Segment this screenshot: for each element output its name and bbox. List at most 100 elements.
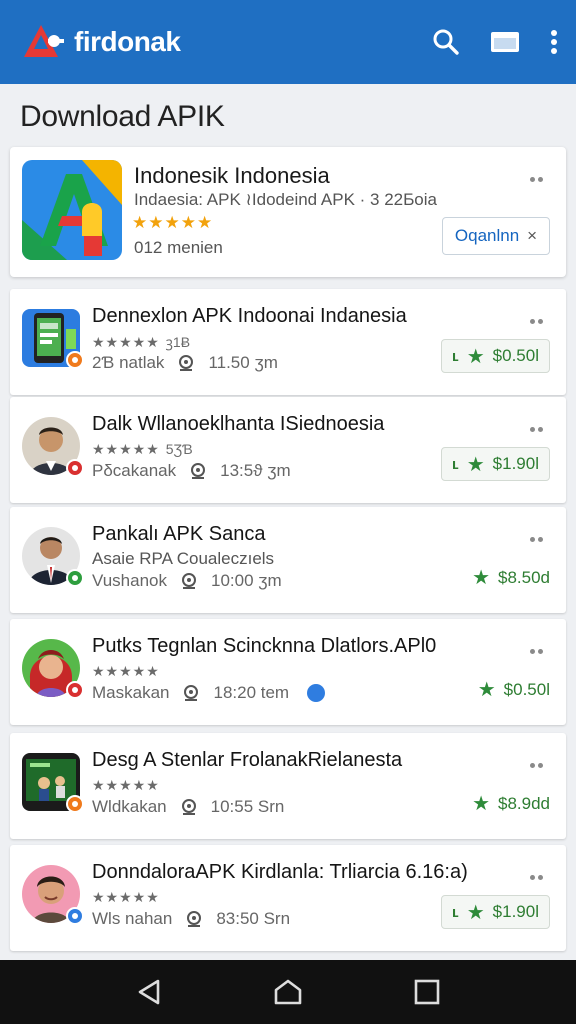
list-item[interactable]: Dalk Wllanoeklhanta ISiednoesia ★★★★★ 5ƷƁ …: [10, 397, 566, 503]
rating-stars: ★★★★★: [92, 441, 160, 457]
download-icon: [188, 463, 208, 479]
item-time: 18:20 tem: [213, 683, 290, 702]
rating-sub: 5ƷƁ: [165, 441, 193, 457]
item-author: Wldkakan: [92, 797, 167, 816]
featured-app-name: Indonesik Indonesia: [134, 163, 330, 188]
list-item[interactable]: Pankalı APK Sanca Asaie RPA Coualeczıels …: [10, 507, 566, 613]
item-more-button[interactable]: [530, 641, 548, 654]
star-icon: ★: [477, 679, 496, 701]
app-avatar: [22, 639, 84, 699]
download-icon: [176, 355, 196, 371]
overflow-menu-button[interactable]: [550, 29, 558, 55]
window-icon: [491, 32, 519, 52]
recents-icon: [415, 979, 440, 1005]
status-badge-icon: [66, 795, 84, 813]
rating-sub: ꝫ1Ƀ: [165, 334, 191, 350]
star-icon: ★: [466, 345, 485, 368]
rating-stars: ★★★★★: [92, 663, 160, 679]
list-item[interactable]: Desg A Stenlar FrolanakRielanesta ★★★★★ W…: [10, 733, 566, 839]
featured-open-button[interactable]: Oqanlnn ×: [442, 217, 550, 255]
logo-icon: [18, 19, 64, 65]
featured-app-icon: [22, 160, 122, 260]
list-item[interactable]: DonndaloraAPK Kirdlanla: Trliarcia 6.16:…: [10, 845, 566, 951]
info-icon[interactable]: [307, 684, 326, 702]
item-meta: Pδcakanak 13:5ϑ ʒm: [92, 461, 291, 481]
back-icon: [138, 979, 159, 1005]
item-author: Vushanok: [92, 571, 167, 590]
more-vertical-icon: [551, 30, 557, 54]
window-button[interactable]: [490, 30, 520, 54]
item-meta: Vushanok 10:00 ʒm: [92, 571, 282, 591]
price-button[interactable]: ʟ ★ $0.50l: [440, 339, 550, 373]
status-badge-icon: [66, 351, 84, 369]
item-more-button[interactable]: [530, 419, 548, 432]
close-icon[interactable]: ×: [527, 226, 537, 246]
list-item[interactable]: Dennexlon APK Indoonai Indanesia ★★★★★ ꝫ1Ƀ…: [10, 289, 566, 395]
item-rating-stars: ★★★★★ 5ƷƁ: [92, 441, 193, 458]
star-icon: ★: [466, 901, 485, 924]
star-icon: ★: [472, 793, 490, 815]
app-name: firdonak: [74, 26, 181, 57]
featured-more-button[interactable]: [530, 169, 548, 182]
featured-app-subtitle: Indaesia: APK ≀Idodeind APK · 3 22Ƃoia: [134, 190, 437, 209]
app-avatar: [22, 865, 84, 925]
download-icon: [184, 911, 204, 927]
item-author: Pδcakanak: [92, 461, 177, 480]
item-author: Wls nahan: [92, 909, 173, 928]
price-prefix: ʟ: [451, 903, 459, 921]
price-value: $1.90l: [492, 454, 539, 473]
download-icon: [179, 799, 199, 815]
rating-stars: ★★★★★: [92, 777, 160, 793]
app-avatar: [22, 309, 84, 369]
system-nav-bar: [0, 960, 576, 1024]
item-title: Putks Tegnlan Scincknna Dlatlors.APl0: [92, 635, 437, 657]
featured-app-card[interactable]: Indonesik Indonesia Indaesia: APK ≀Idode…: [10, 147, 566, 277]
item-more-button[interactable]: [530, 755, 548, 768]
home-icon: [274, 979, 302, 1005]
item-time: 83:50 Srn: [216, 909, 291, 928]
price-value: $0.50l: [503, 679, 550, 699]
item-more-button[interactable]: [530, 529, 548, 542]
item-rating-stars: ★★★★★ ꝫ1Ƀ: [92, 333, 190, 352]
download-icon: [179, 573, 199, 589]
item-time: 10:55 Srn: [210, 797, 285, 816]
app-avatar: [22, 417, 84, 477]
price-button[interactable]: ʟ ★ $1.90l: [440, 895, 550, 929]
app-bar: firdonak: [0, 0, 576, 84]
item-meta: Wls nahan 83:50 Srn: [92, 909, 290, 929]
recents-button[interactable]: [414, 979, 440, 1005]
item-meta: Wldkakan 10:55 Srn: [92, 797, 284, 817]
status-badge-icon: [66, 681, 84, 699]
status-badge-icon: [66, 459, 84, 477]
rating-stars: ★★★★★: [92, 889, 160, 905]
price-button[interactable]: ★ $8.50d: [472, 565, 550, 590]
price-prefix: ʟ: [451, 347, 459, 365]
featured-review-count: 012 menien: [134, 238, 223, 257]
price-button[interactable]: ★ $8.9dd: [472, 791, 550, 816]
rating-stars: ★★★★★: [92, 334, 160, 350]
item-more-button[interactable]: [530, 867, 548, 880]
home-button[interactable]: [273, 978, 303, 1006]
price-value: $1.90l: [492, 902, 539, 921]
star-icon: ★: [466, 453, 485, 476]
item-time: 13:5ϑ ʒm: [220, 461, 291, 480]
price-value: $8.50d: [498, 567, 550, 587]
price-prefix: ʟ: [451, 455, 459, 473]
item-time: 10:00 ʒm: [210, 571, 282, 590]
price-value: $0.50l: [492, 346, 539, 365]
featured-rating-stars: ★★★★★: [132, 213, 214, 232]
price-button[interactable]: ★ $0.50l: [478, 677, 550, 702]
app-logo[interactable]: firdonak: [18, 19, 181, 65]
item-author: 2Ɓ natlak: [92, 353, 165, 372]
status-badge-icon: [66, 569, 84, 587]
search-button[interactable]: [432, 28, 460, 56]
app-avatar: [22, 753, 84, 813]
featured-open-label: Oqanlnn: [454, 226, 520, 245]
item-rating-stars: ★★★★★: [92, 777, 160, 794]
list-item[interactable]: Putks Tegnlan Scincknna Dlatlors.APl0 ★★★…: [10, 619, 566, 725]
item-author: Maskakan: [92, 683, 170, 702]
item-more-button[interactable]: [530, 311, 548, 324]
back-button[interactable]: [136, 978, 162, 1006]
price-button[interactable]: ʟ ★ $1.90l: [440, 447, 550, 481]
item-meta: Maskakan 18:20 tem: [92, 683, 326, 703]
